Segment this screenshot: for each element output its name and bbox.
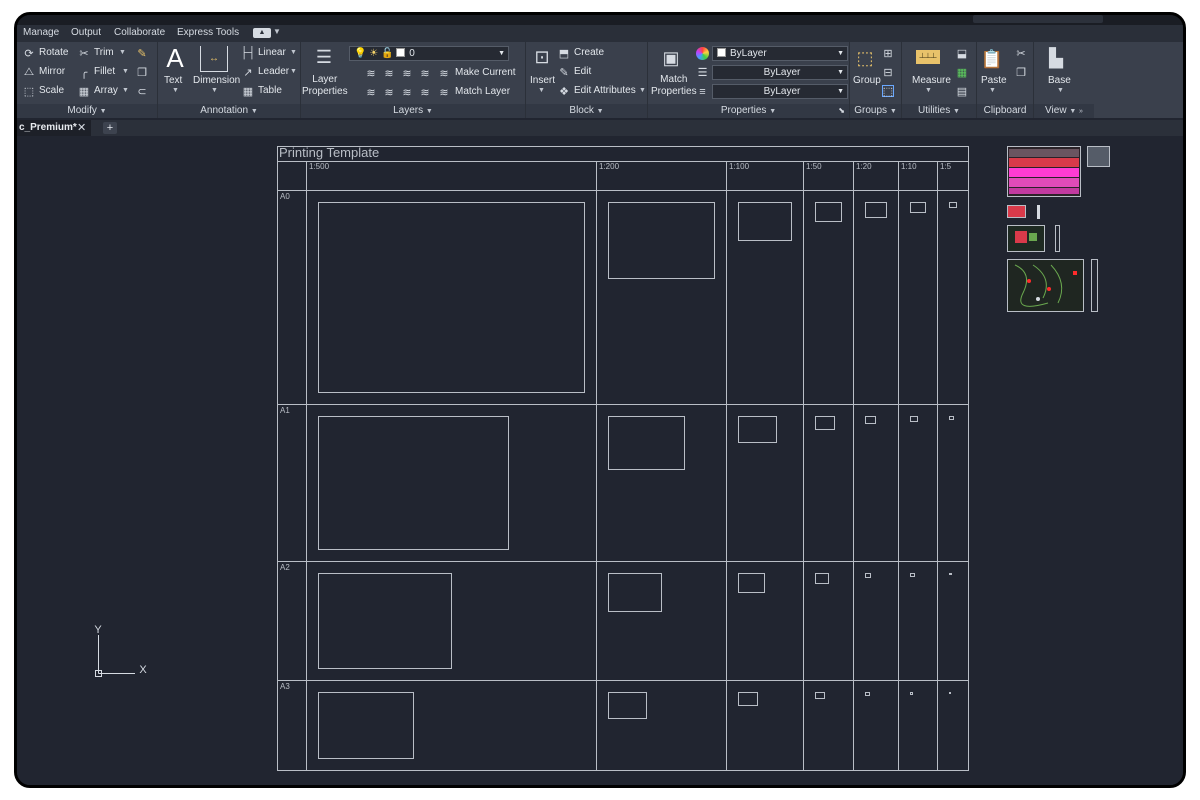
sheet-frame[interactable] <box>815 692 825 699</box>
sheet-frame[interactable] <box>738 202 792 241</box>
thumbnail-sheet-set[interactable] <box>1007 146 1081 197</box>
sheet-frame[interactable] <box>608 692 647 719</box>
sheet-label: A3 <box>280 682 290 691</box>
thumbnail-site-plan-large[interactable] <box>1007 259 1084 312</box>
thumbnail-strip[interactable] <box>1091 259 1098 312</box>
sheet-frame[interactable] <box>608 573 662 612</box>
sheet-frame[interactable] <box>318 692 414 759</box>
sheet-frame[interactable] <box>815 202 842 222</box>
sheet-frame[interactable] <box>865 692 870 696</box>
sheet-frame[interactable] <box>738 692 758 706</box>
sheet-label: A1 <box>280 406 290 415</box>
thumbnail-legend[interactable] <box>1087 146 1110 167</box>
sheet-rects <box>318 202 957 759</box>
template-title: Printing Template <box>279 145 379 160</box>
sheet-frame[interactable] <box>865 573 871 578</box>
sheet-frame[interactable] <box>318 202 585 393</box>
sheet-frame[interactable] <box>910 692 913 695</box>
sheet-frame[interactable] <box>910 202 926 213</box>
sheet-frame[interactable] <box>910 573 915 577</box>
sheet-label: A2 <box>280 563 290 572</box>
drawing-thumbnails <box>1007 146 1110 312</box>
template-grid <box>277 146 969 771</box>
scale-label: 1:5 <box>940 162 952 171</box>
sheet-frame[interactable] <box>738 416 777 443</box>
template-labels: Printing Template 1:500 1:200 1:100 1:50… <box>279 145 952 691</box>
sheet-frame[interactable] <box>318 573 452 669</box>
sheet-frame[interactable] <box>738 573 765 593</box>
sheet-frame[interactable] <box>949 573 952 575</box>
scale-label: 1:50 <box>806 162 822 171</box>
scale-label: 1:500 <box>309 162 330 171</box>
sheet-frame[interactable] <box>608 416 685 470</box>
scale-label: 1:20 <box>856 162 872 171</box>
sheet-frame[interactable] <box>815 573 829 584</box>
thumbnail-strip[interactable] <box>1055 225 1060 252</box>
ucs-x-label: X <box>139 664 147 676</box>
autocad-window: Manage Output Collaborate Express Tools … <box>14 12 1186 788</box>
scale-label: 1:10 <box>901 162 917 171</box>
sheet-frame[interactable] <box>865 416 876 424</box>
thumbnail-site-plan-small[interactable] <box>1007 225 1045 252</box>
sheet-frame[interactable] <box>318 416 509 550</box>
drawing-svg: Printing Template 1:500 1:200 1:100 1:50… <box>94 145 1110 771</box>
ucs-y-label: Y <box>94 624 102 636</box>
sheet-label: A0 <box>280 192 290 201</box>
sheet-frame[interactable] <box>608 202 715 279</box>
ucs-icon <box>95 635 135 677</box>
scale-label: 1:200 <box>599 162 620 171</box>
sheet-frame[interactable] <box>949 416 954 420</box>
thumbnail-strip[interactable] <box>1037 205 1040 219</box>
sheet-frame[interactable] <box>949 202 957 208</box>
drawing-canvas[interactable]: Printing Template 1:500 1:200 1:100 1:50… <box>17 136 1183 785</box>
sheet-frame[interactable] <box>865 202 887 218</box>
thumbnail-small[interactable] <box>1007 205 1026 218</box>
sheet-frame[interactable] <box>949 692 951 694</box>
sheet-frame[interactable] <box>910 416 918 422</box>
scale-label: 1:100 <box>729 162 750 171</box>
sheet-frame[interactable] <box>815 416 835 430</box>
